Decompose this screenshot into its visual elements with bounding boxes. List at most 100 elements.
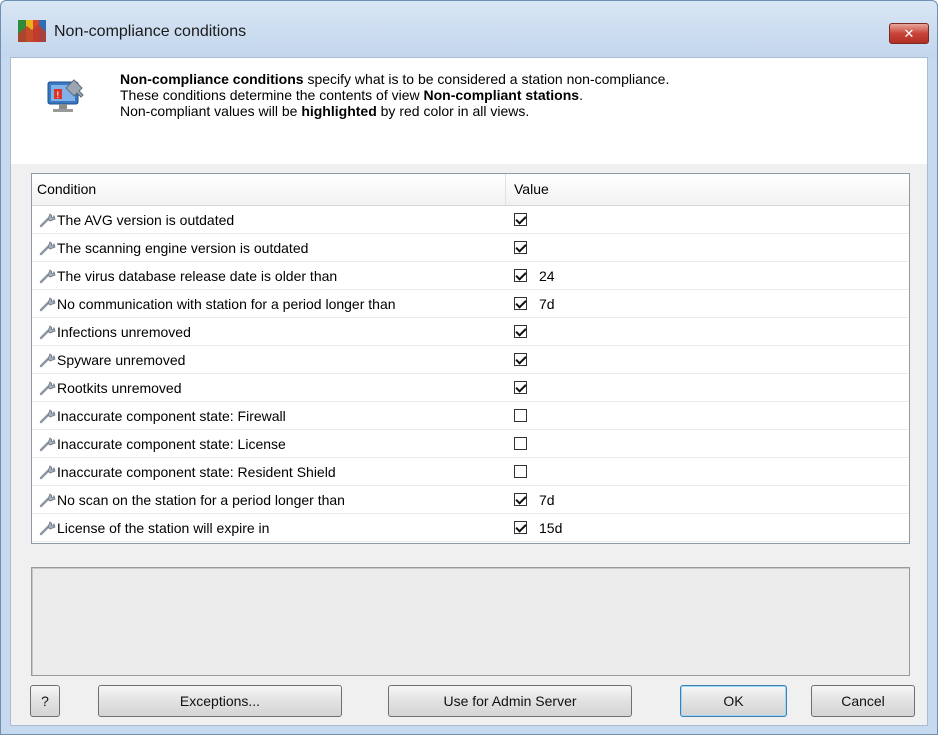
table-row[interactable]: Spyware unremoved: [32, 346, 909, 374]
header-line-2: These conditions determine the contents …: [120, 87, 583, 103]
table-row[interactable]: Inaccurate component state: Firewall: [32, 402, 909, 430]
condition-checkbox[interactable]: [514, 297, 527, 310]
wrench-icon: [39, 408, 56, 423]
column-header-value[interactable]: Value: [506, 174, 909, 205]
condition-label: Inaccurate component state: Firewall: [57, 407, 286, 424]
condition-label: No scan on the station for a period long…: [57, 491, 345, 508]
condition-cell: The scanning engine version is outdated: [32, 239, 506, 257]
condition-checkbox[interactable]: [514, 493, 527, 506]
close-icon: ✕: [903, 25, 915, 41]
avg-logo-icon: [18, 20, 46, 42]
table-row[interactable]: The AVG version is outdated: [32, 206, 909, 234]
computer-settings-icon: !: [47, 79, 84, 112]
value-cell[interactable]: 7d: [506, 296, 909, 312]
condition-checkbox[interactable]: [514, 381, 527, 394]
condition-label: Infections unremoved: [57, 323, 191, 340]
condition-cell: No scan on the station for a period long…: [32, 491, 506, 509]
value-cell[interactable]: [506, 409, 909, 422]
table-row[interactable]: Inaccurate component state: License: [32, 430, 909, 458]
wrench-icon: [39, 296, 56, 311]
table-row[interactable]: No scan on the station for a period long…: [32, 486, 909, 514]
condition-cell: Infections unremoved: [32, 323, 506, 341]
condition-label: Rootkits unremoved: [57, 379, 182, 396]
value-cell[interactable]: 15d: [506, 520, 909, 536]
value-cell[interactable]: [506, 213, 909, 226]
value-cell[interactable]: 7d: [506, 492, 909, 508]
description-panel: [31, 567, 910, 676]
column-header-condition[interactable]: Condition: [32, 174, 506, 205]
header-line-3: Non-compliant values will be highlighted…: [120, 103, 530, 119]
info-header: ! Non-compliance conditions specify what…: [11, 58, 927, 164]
value-cell[interactable]: [506, 353, 909, 366]
header-line-1: Non-compliance conditions specify what i…: [120, 71, 670, 87]
condition-cell: The AVG version is outdated: [32, 211, 506, 229]
condition-label: The AVG version is outdated: [57, 211, 235, 228]
condition-cell: Inaccurate component state: Firewall: [32, 407, 506, 425]
value-cell[interactable]: [506, 325, 909, 338]
table-row[interactable]: No communication with station for a peri…: [32, 290, 909, 318]
dialog-body: ! Non-compliance conditions specify what…: [10, 57, 928, 726]
condition-checkbox[interactable]: [514, 241, 527, 254]
wrench-icon: [39, 352, 56, 367]
wrench-icon: [39, 268, 56, 283]
condition-value[interactable]: 24: [539, 268, 555, 284]
condition-label: License of the station will expire in: [57, 519, 270, 536]
title-bar: Non-compliance conditions ✕: [1, 1, 937, 57]
dialog-window: Non-compliance conditions ✕ ! Non-compli…: [0, 0, 938, 735]
value-cell[interactable]: [506, 241, 909, 254]
value-cell[interactable]: [506, 381, 909, 394]
condition-checkbox[interactable]: [514, 521, 527, 534]
condition-value[interactable]: 7d: [539, 492, 555, 508]
value-cell[interactable]: 24: [506, 268, 909, 284]
close-button[interactable]: ✕: [889, 23, 929, 44]
condition-checkbox[interactable]: [514, 353, 527, 366]
grid-header: Condition Value: [32, 174, 909, 206]
header-description: Non-compliance conditions specify what i…: [120, 71, 669, 119]
condition-value[interactable]: 7d: [539, 296, 555, 312]
condition-checkbox[interactable]: [514, 269, 527, 282]
ok-button[interactable]: OK: [680, 685, 787, 717]
condition-checkbox[interactable]: [514, 213, 527, 226]
table-row[interactable]: Rootkits unremoved: [32, 374, 909, 402]
wrench-icon: [39, 212, 56, 227]
table-row[interactable]: Infections unremoved: [32, 318, 909, 346]
value-cell[interactable]: [506, 465, 909, 478]
condition-label: Inaccurate component state: Resident Shi…: [57, 463, 336, 480]
condition-value[interactable]: 15d: [539, 520, 562, 536]
svg-text:!: !: [56, 91, 60, 101]
value-cell[interactable]: [506, 437, 909, 450]
window-title: Non-compliance conditions: [54, 23, 247, 40]
condition-cell: Inaccurate component state: Resident Shi…: [32, 463, 506, 481]
wrench-icon: [39, 436, 56, 451]
condition-checkbox[interactable]: [514, 437, 527, 450]
table-row[interactable]: Inaccurate component state: Resident Shi…: [32, 458, 909, 486]
condition-cell: Rootkits unremoved: [32, 379, 506, 397]
condition-cell: No communication with station for a peri…: [32, 295, 506, 313]
condition-checkbox[interactable]: [514, 409, 527, 422]
table-row[interactable]: The scanning engine version is outdated: [32, 234, 909, 262]
wrench-icon: [39, 520, 56, 535]
use-for-admin-server-button[interactable]: Use for Admin Server: [388, 685, 632, 717]
condition-cell: Spyware unremoved: [32, 351, 506, 369]
wrench-icon: [39, 492, 56, 507]
table-row[interactable]: The virus database release date is older…: [32, 262, 909, 290]
condition-cell: Inaccurate component state: License: [32, 435, 506, 453]
condition-cell: License of the station will expire in: [32, 519, 506, 537]
condition-checkbox[interactable]: [514, 325, 527, 338]
table-row[interactable]: License of the station will expire in 15d: [32, 514, 909, 542]
condition-label: Inaccurate component state: License: [57, 435, 286, 452]
condition-checkbox[interactable]: [514, 465, 527, 478]
condition-label: The scanning engine version is outdated: [57, 239, 309, 256]
conditions-grid[interactable]: Condition Value The AVG version is outda…: [31, 173, 910, 544]
grid-rows: The AVG version is outdated The scanning …: [32, 206, 909, 542]
cancel-button[interactable]: Cancel: [811, 685, 915, 717]
wrench-icon: [39, 324, 56, 339]
exceptions-button[interactable]: Exceptions...: [98, 685, 342, 717]
condition-label: The virus database release date is older…: [57, 267, 338, 284]
wrench-icon: [39, 240, 56, 255]
wrench-icon: [39, 380, 56, 395]
condition-label: Spyware unremoved: [57, 351, 186, 368]
condition-label: No communication with station for a peri…: [57, 295, 396, 312]
condition-cell: The virus database release date is older…: [32, 267, 506, 285]
help-button[interactable]: ?: [30, 685, 60, 717]
